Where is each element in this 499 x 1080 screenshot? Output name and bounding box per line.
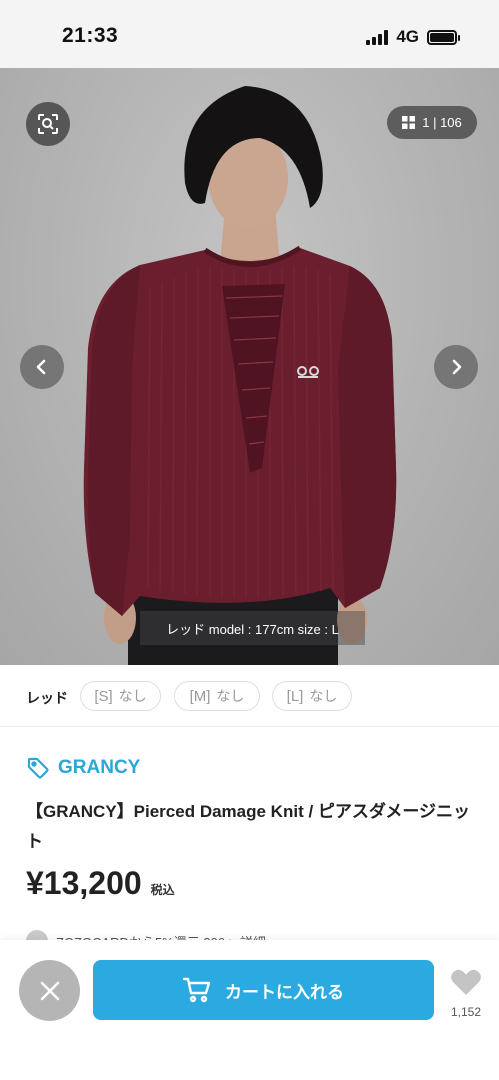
previous-image-button[interactable] <box>20 345 64 389</box>
chevron-right-icon <box>452 359 462 375</box>
close-button[interactable] <box>19 960 80 1021</box>
status-bar: 21:33 4G <box>0 0 499 68</box>
color-label: レッド <box>26 690 68 706</box>
status-indicators: 4G <box>366 27 460 47</box>
signal-icon <box>366 29 389 45</box>
image-counter-label: 1 | 106 <box>422 115 462 130</box>
product-photo <box>83 86 397 665</box>
product-image-gallery[interactable]: 1 | 106 レッド model : 177cm size : L <box>0 68 499 665</box>
price-block: ¥13,200 税込 <box>26 865 175 902</box>
size-label: [M] <box>189 687 211 705</box>
next-image-button[interactable] <box>434 345 478 389</box>
image-search-icon <box>38 114 58 134</box>
brand-name: GRANCY <box>58 757 141 778</box>
add-to-cart-label: カートに入れる <box>225 982 344 1002</box>
bottom-action-bar: カートに入れる 1,152 <box>0 940 499 1080</box>
size-label: [L] <box>286 687 304 705</box>
network-label: 4G <box>396 27 419 46</box>
status-time: 21:33 <box>62 24 119 47</box>
stock-label: なし <box>216 688 245 704</box>
grid-icon <box>402 116 416 129</box>
heart-icon <box>451 969 481 995</box>
battery-icon <box>427 29 460 45</box>
size-chip-m[interactable]: [M] なし <box>174 681 260 711</box>
brand-link[interactable]: GRANCY <box>26 756 140 780</box>
add-to-cart-button[interactable]: カートに入れる <box>93 960 434 1020</box>
size-chip-s[interactable]: [S] なし <box>80 681 161 711</box>
size-label: [S] <box>94 687 113 705</box>
stock-label: なし <box>118 688 147 704</box>
size-chip-l[interactable]: [L] なし <box>272 681 352 711</box>
close-icon <box>40 981 59 1000</box>
image-counter[interactable]: 1 | 106 <box>387 106 477 139</box>
variant-row: レッド [S] なし [M] なし [L] なし <box>0 665 499 727</box>
tag-icon <box>27 757 49 779</box>
favorite-count: 1,152 <box>450 1005 482 1019</box>
chevron-left-icon <box>36 359 46 375</box>
image-search-button[interactable] <box>26 102 70 146</box>
favorite-button[interactable]: 1,152 <box>446 968 486 1019</box>
stock-label: なし <box>309 688 338 704</box>
tax-label: 税込 <box>150 883 175 897</box>
model-caption: レッド model : 177cm size : L <box>140 611 365 645</box>
price-amount: ¥13,200 <box>26 865 142 901</box>
product-title: 【GRANCY】Pierced Damage Knit / ピアスダメージニット <box>26 802 471 851</box>
cart-icon <box>183 977 211 1003</box>
